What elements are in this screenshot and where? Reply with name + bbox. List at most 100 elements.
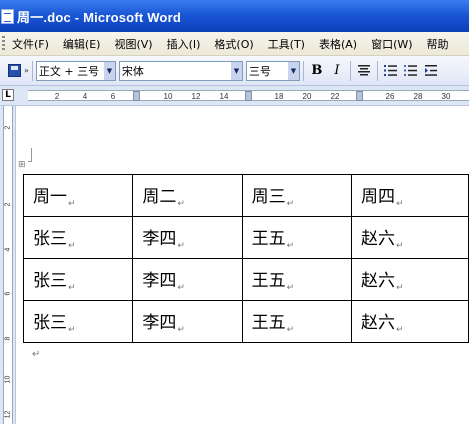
align-center-icon[interactable] (355, 61, 373, 81)
table-cell[interactable]: 周四↵ (350, 174, 469, 217)
cell-end-mark: ↵ (286, 325, 295, 335)
table-cell[interactable]: 李四↵ (132, 258, 243, 301)
vertical-ruler-number: 4 (4, 247, 12, 252)
cell-end-mark: ↵ (177, 199, 185, 209)
cell-text: 张三 (33, 229, 67, 249)
indent-icon[interactable] (422, 61, 440, 81)
table-cell[interactable]: 张三↵ (22, 258, 134, 301)
menu-format[interactable]: 格式(O) (214, 36, 253, 52)
ruler-number: 14 (219, 92, 229, 101)
cell-end-mark: ↵ (68, 241, 76, 251)
menu-insert[interactable]: 插入(I) (167, 36, 201, 52)
cell-end-mark: ↵ (395, 199, 404, 209)
cell-text: 王五 (251, 313, 286, 333)
menu-window[interactable]: 窗口(W) (371, 36, 412, 52)
font-value: 宋体 (121, 64, 144, 78)
table-cell[interactable]: 王五↵ (241, 258, 352, 301)
table-cell[interactable]: 赵六↵ (350, 300, 469, 343)
table-cell[interactable]: 赵六↵ (350, 258, 469, 301)
toolbar-separator (349, 60, 351, 81)
schedule-table[interactable]: 周一↵ 周二↵ 周三↵ 周四↵ 张三↵ 李四↵ 王五↵ 赵六↵ 张三↵ 李四↵ … (22, 174, 469, 343)
chevron-down-icon[interactable]: ▼ (230, 61, 242, 80)
bullet-list-icon[interactable] (402, 61, 420, 81)
tab-selector[interactable]: L (2, 89, 14, 101)
menu-file[interactable]: 文件(F) (12, 36, 49, 52)
cell-text: 张三 (33, 313, 67, 333)
table-cell[interactable]: 张三↵ (22, 216, 134, 259)
vertical-ruler[interactable]: 2 2 4 6 8 10 12 (0, 106, 16, 424)
cell-text: 周四 (360, 187, 395, 207)
table-cell[interactable]: 周一↵ (22, 174, 134, 217)
menu-grip-handle[interactable] (2, 35, 5, 52)
cell-end-mark: ↵ (395, 241, 404, 251)
ruler-number: 30 (441, 92, 451, 101)
menu-table[interactable]: 表格(A) (319, 36, 357, 52)
vertical-ruler-number: 2 (4, 202, 12, 207)
horizontal-ruler[interactable]: L 2 4 6 10 12 14 18 20 22 26 28 30 (0, 86, 469, 106)
page-corner-mark (28, 148, 32, 162)
table-cell[interactable]: 周三↵ (241, 174, 352, 217)
table-cell[interactable]: 周二↵ (132, 174, 243, 217)
table-cell[interactable]: 李四↵ (132, 300, 243, 343)
ruler-number: 26 (385, 92, 395, 101)
cell-end-mark: ↵ (286, 241, 295, 251)
font-combo[interactable]: 宋体 ▼ (118, 60, 243, 81)
column-marker[interactable] (356, 91, 363, 101)
table-row: 张三↵ 李四↵ 王五↵ 赵六↵ (22, 300, 469, 343)
font-size-value: 三号 (248, 64, 271, 78)
ruler-number: 4 (82, 92, 88, 101)
paragraph-end-mark: ↵ (32, 349, 41, 360)
table-cell[interactable]: 王五↵ (241, 216, 352, 259)
cell-text: 周二 (142, 187, 177, 207)
ruler-number: 28 (413, 92, 423, 101)
cell-text: 周一 (33, 187, 67, 207)
cell-end-mark: ↵ (68, 325, 76, 335)
column-marker[interactable] (133, 91, 140, 101)
menu-tools[interactable]: 工具(T) (268, 36, 305, 52)
toolbar-separator (31, 60, 33, 81)
save-icon[interactable] (8, 64, 21, 77)
cell-end-mark: ↵ (395, 325, 404, 335)
cell-text: 赵六 (360, 229, 395, 249)
numbered-list-icon[interactable] (382, 61, 400, 81)
window-title: 周一.doc - Microsoft Word (17, 9, 181, 25)
cell-text: 周三 (251, 187, 286, 207)
chevron-down-icon[interactable]: ▼ (287, 61, 299, 80)
cell-end-mark: ↵ (286, 199, 295, 209)
style-combo[interactable]: 正文 + 三号 ▼ (35, 60, 116, 81)
cell-text: 王五 (251, 271, 286, 291)
table-cell[interactable]: 李四↵ (132, 216, 243, 259)
toolbar-separator (302, 60, 304, 81)
document-page[interactable]: ⊞ 周一↵ 周二↵ 周三↵ 周四↵ 张三↵ 李四↵ 王五↵ 赵六↵ 张三↵ 李四… (16, 106, 469, 424)
table-cell[interactable]: 赵六↵ (350, 216, 469, 259)
menu-edit[interactable]: 编辑(E) (63, 36, 101, 52)
menu-view[interactable]: 视图(V) (114, 36, 152, 52)
bold-button[interactable]: B (308, 61, 326, 81)
cell-end-mark: ↵ (286, 283, 295, 293)
menu-bar: 文件(F) 编辑(E) 视图(V) 插入(I) 格式(O) 工具(T) 表格(A… (0, 32, 469, 56)
menu-help[interactable]: 帮助 (427, 36, 449, 52)
table-row: 周一↵ 周二↵ 周三↵ 周四↵ (22, 174, 469, 217)
cell-text: 张三 (33, 271, 67, 291)
vertical-ruler-number: 8 (4, 336, 12, 341)
ruler-number: 2 (54, 92, 60, 101)
vertical-ruler-number: 12 (4, 410, 12, 419)
ruler-number: 12 (191, 92, 201, 101)
toolbar-options-chevron-icon[interactable]: » (24, 66, 29, 75)
column-marker[interactable] (245, 91, 252, 101)
cell-text: 王五 (251, 229, 286, 249)
cell-end-mark: ↵ (177, 283, 185, 293)
table-cell[interactable]: 张三↵ (22, 300, 134, 343)
ruler-number: 10 (163, 92, 173, 101)
font-size-combo[interactable]: 三号 ▼ (245, 60, 300, 81)
style-value: 正文 + 三号 (38, 64, 100, 78)
table-cell[interactable]: 王五↵ (241, 300, 352, 343)
cell-text: 李四 (142, 271, 177, 291)
formatting-toolbar: » 正文 + 三号 ▼ 宋体 ▼ 三号 ▼ B I (0, 56, 469, 86)
word-document-icon[interactable] (1, 8, 14, 24)
title-bar: 周一.doc - Microsoft Word (0, 0, 469, 32)
table-move-handle-icon[interactable]: ⊞ (18, 160, 26, 170)
cell-end-mark: ↵ (68, 199, 76, 209)
chevron-down-icon[interactable]: ▼ (103, 61, 115, 80)
italic-button[interactable]: I (328, 61, 346, 81)
